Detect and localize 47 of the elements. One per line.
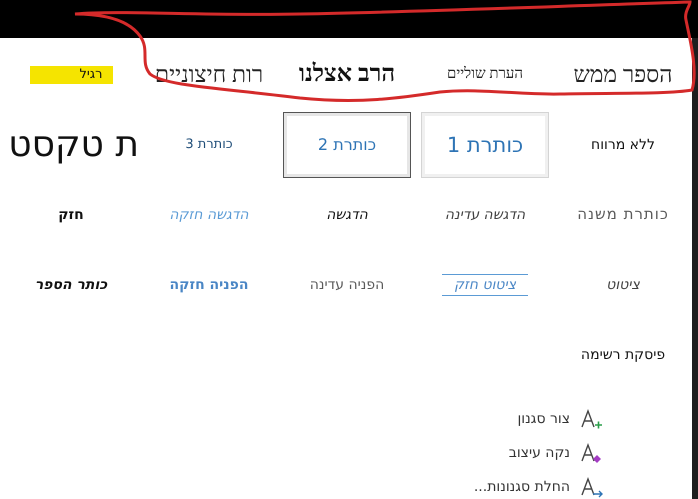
style-item[interactable]: הפניה חזקה: [145, 252, 273, 318]
style-name: הפניה חזקה: [170, 276, 248, 294]
style-name: ללא מרווח: [591, 136, 655, 154]
style-item[interactable]: ת טקסט: [2, 112, 140, 178]
style-name: פיסקת רשימה: [580, 346, 666, 364]
menu-item[interactable]: צור סגנון: [0, 402, 692, 436]
style-item[interactable]: הפניה עדינה: [283, 252, 411, 318]
style-item[interactable]: רגיל: [7, 42, 135, 108]
style-item[interactable]: הספר ממש: [559, 42, 687, 108]
apply-styles-icon: [580, 476, 604, 498]
style-item[interactable]: חזק: [7, 182, 135, 248]
style-item[interactable]: רות חיצוניים: [145, 42, 273, 108]
style-item[interactable]: הדגשה: [283, 182, 411, 248]
style-name: הדגשה: [326, 206, 368, 224]
style-name: כותרת 1: [446, 132, 524, 158]
style-name: ציטוט חזק: [442, 274, 528, 296]
style-name: רות חיצוניים: [154, 62, 264, 88]
style-item[interactable]: ציטוט חזק: [421, 252, 549, 318]
eraser-icon: [580, 442, 604, 464]
style-item[interactable]: כותרת 1: [421, 112, 549, 178]
style-item[interactable]: ציטוט: [559, 252, 687, 318]
style-item[interactable]: הרב אצלנו: [283, 42, 411, 108]
style-item[interactable]: כותרת 2: [283, 112, 411, 178]
style-item[interactable]: כותר הספר: [7, 252, 135, 318]
style-name: ציטוט: [606, 276, 640, 294]
style-name: הפניה עדינה: [310, 276, 384, 294]
style-item[interactable]: הערת שוליים: [421, 42, 549, 108]
style-item[interactable]: כותרת משנה: [559, 182, 687, 248]
menu-item[interactable]: החלת סגנונות...: [0, 470, 692, 499]
style-name: כותרת 3: [185, 138, 233, 152]
style-name: הספר ממש: [574, 62, 672, 88]
style-name: כותרת 2: [318, 136, 376, 154]
menu-item[interactable]: נקה עיצוב: [0, 436, 692, 470]
style-item[interactable]: ללא מרווח: [559, 112, 687, 178]
style-name: כותר הספר: [34, 276, 108, 294]
style-name: הרב אצלנו: [298, 61, 396, 89]
style-name: ת טקסט: [8, 124, 139, 166]
style-name: רגיל: [30, 66, 112, 84]
style-item[interactable]: כותרת 3: [145, 112, 273, 178]
style-item[interactable]: פיסקת רשימה: [559, 322, 687, 388]
style-name: חזק: [58, 206, 84, 224]
new-style-icon: [580, 408, 604, 430]
style-name: כותרת משנה: [577, 206, 669, 224]
style-name: הדגשה עדינה: [444, 206, 526, 224]
style-name: הערת שוליים: [446, 66, 524, 84]
style-name: הדגשה חזקה: [169, 206, 249, 224]
style-item[interactable]: הדגשה עדינה: [421, 182, 549, 248]
